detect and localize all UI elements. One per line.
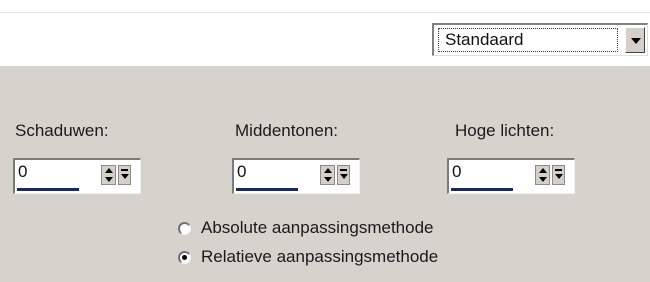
midtones-value[interactable]: 0 (237, 162, 246, 182)
radio-button-absolute[interactable] (178, 221, 191, 235)
midtones-slider-bar[interactable] (236, 188, 298, 191)
highlights-spinbox[interactable]: 0 (447, 158, 575, 194)
preset-dropdown[interactable]: Standaard (432, 23, 648, 56)
shadows-slider-bar[interactable] (17, 188, 79, 191)
radio-button-relative[interactable] (178, 250, 191, 264)
spin-up-down-icon[interactable] (101, 165, 116, 185)
chevron-down-icon[interactable] (625, 27, 645, 53)
midtones-spin-controls (320, 165, 354, 187)
radio-label-absolute[interactable]: Absolute aanpassingsmethode (201, 218, 434, 238)
shadows-value[interactable]: 0 (18, 162, 27, 182)
spin-up-down-icon[interactable] (535, 165, 550, 185)
midtones-label: Middentonen: (235, 121, 339, 140)
highlights-slider-bar[interactable] (451, 188, 513, 191)
top-strip: Standaard (0, 0, 650, 66)
shadows-spin-controls (101, 165, 135, 187)
adjustment-panel: Schaduwen: 0 Middentonen: 0 Hoge lichten… (0, 66, 650, 282)
radio-relative-method[interactable]: Relatieve aanpassingsmethode (178, 246, 438, 268)
preset-dropdown-value: Standaard (438, 28, 618, 52)
spin-up-down-icon[interactable] (320, 165, 335, 185)
highlights-spin-controls (535, 165, 569, 187)
radio-label-relative[interactable]: Relatieve aanpassingsmethode (201, 247, 438, 267)
shadows-spinbox[interactable]: 0 (13, 158, 141, 194)
highlights-label: Hoge lichten: (455, 121, 555, 140)
highlights-value[interactable]: 0 (452, 162, 461, 182)
slider-dropdown-icon[interactable] (552, 165, 565, 185)
midtones-spinbox[interactable]: 0 (232, 158, 360, 194)
radio-absolute-method[interactable]: Absolute aanpassingsmethode (178, 217, 434, 239)
slider-dropdown-icon[interactable] (337, 165, 350, 185)
shadows-label: Schaduwen: (15, 121, 109, 140)
top-divider (0, 12, 650, 13)
slider-dropdown-icon[interactable] (118, 165, 131, 185)
